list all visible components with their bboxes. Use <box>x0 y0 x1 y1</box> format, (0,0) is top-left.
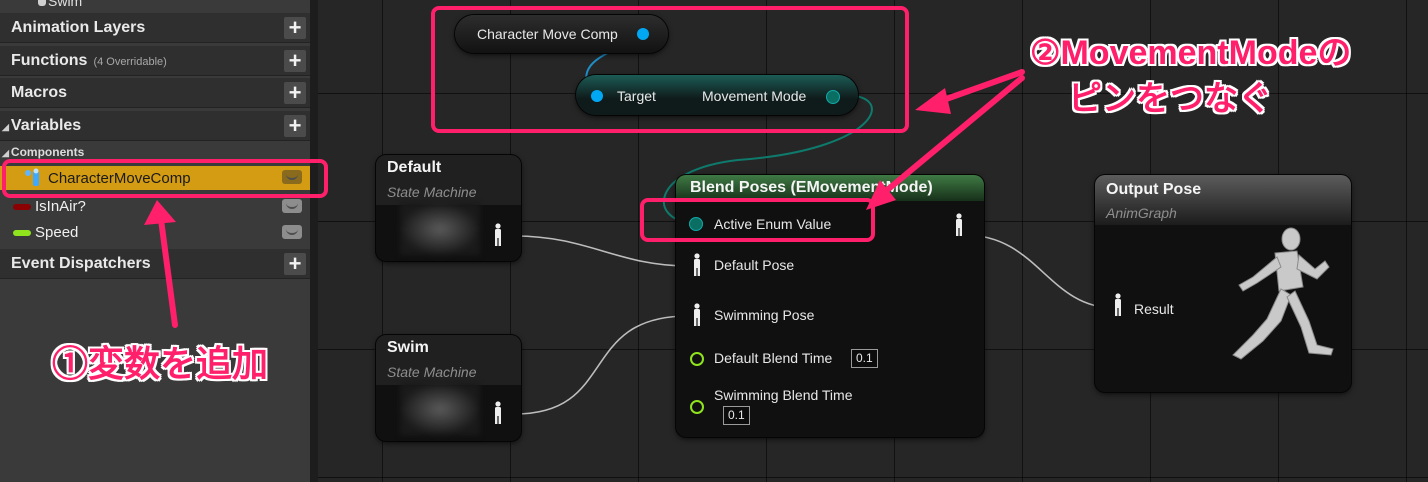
annotation-step-2: ②MovementModeの ピンをつなぐ <box>1030 30 1351 122</box>
annotation-step-2-line-1: ②MovementModeの <box>1030 34 1352 72</box>
annotation-step-1: ①変数を追加 <box>52 343 269 384</box>
annotation-step-2-line-2: ピンをつなぐ <box>1068 80 1272 118</box>
